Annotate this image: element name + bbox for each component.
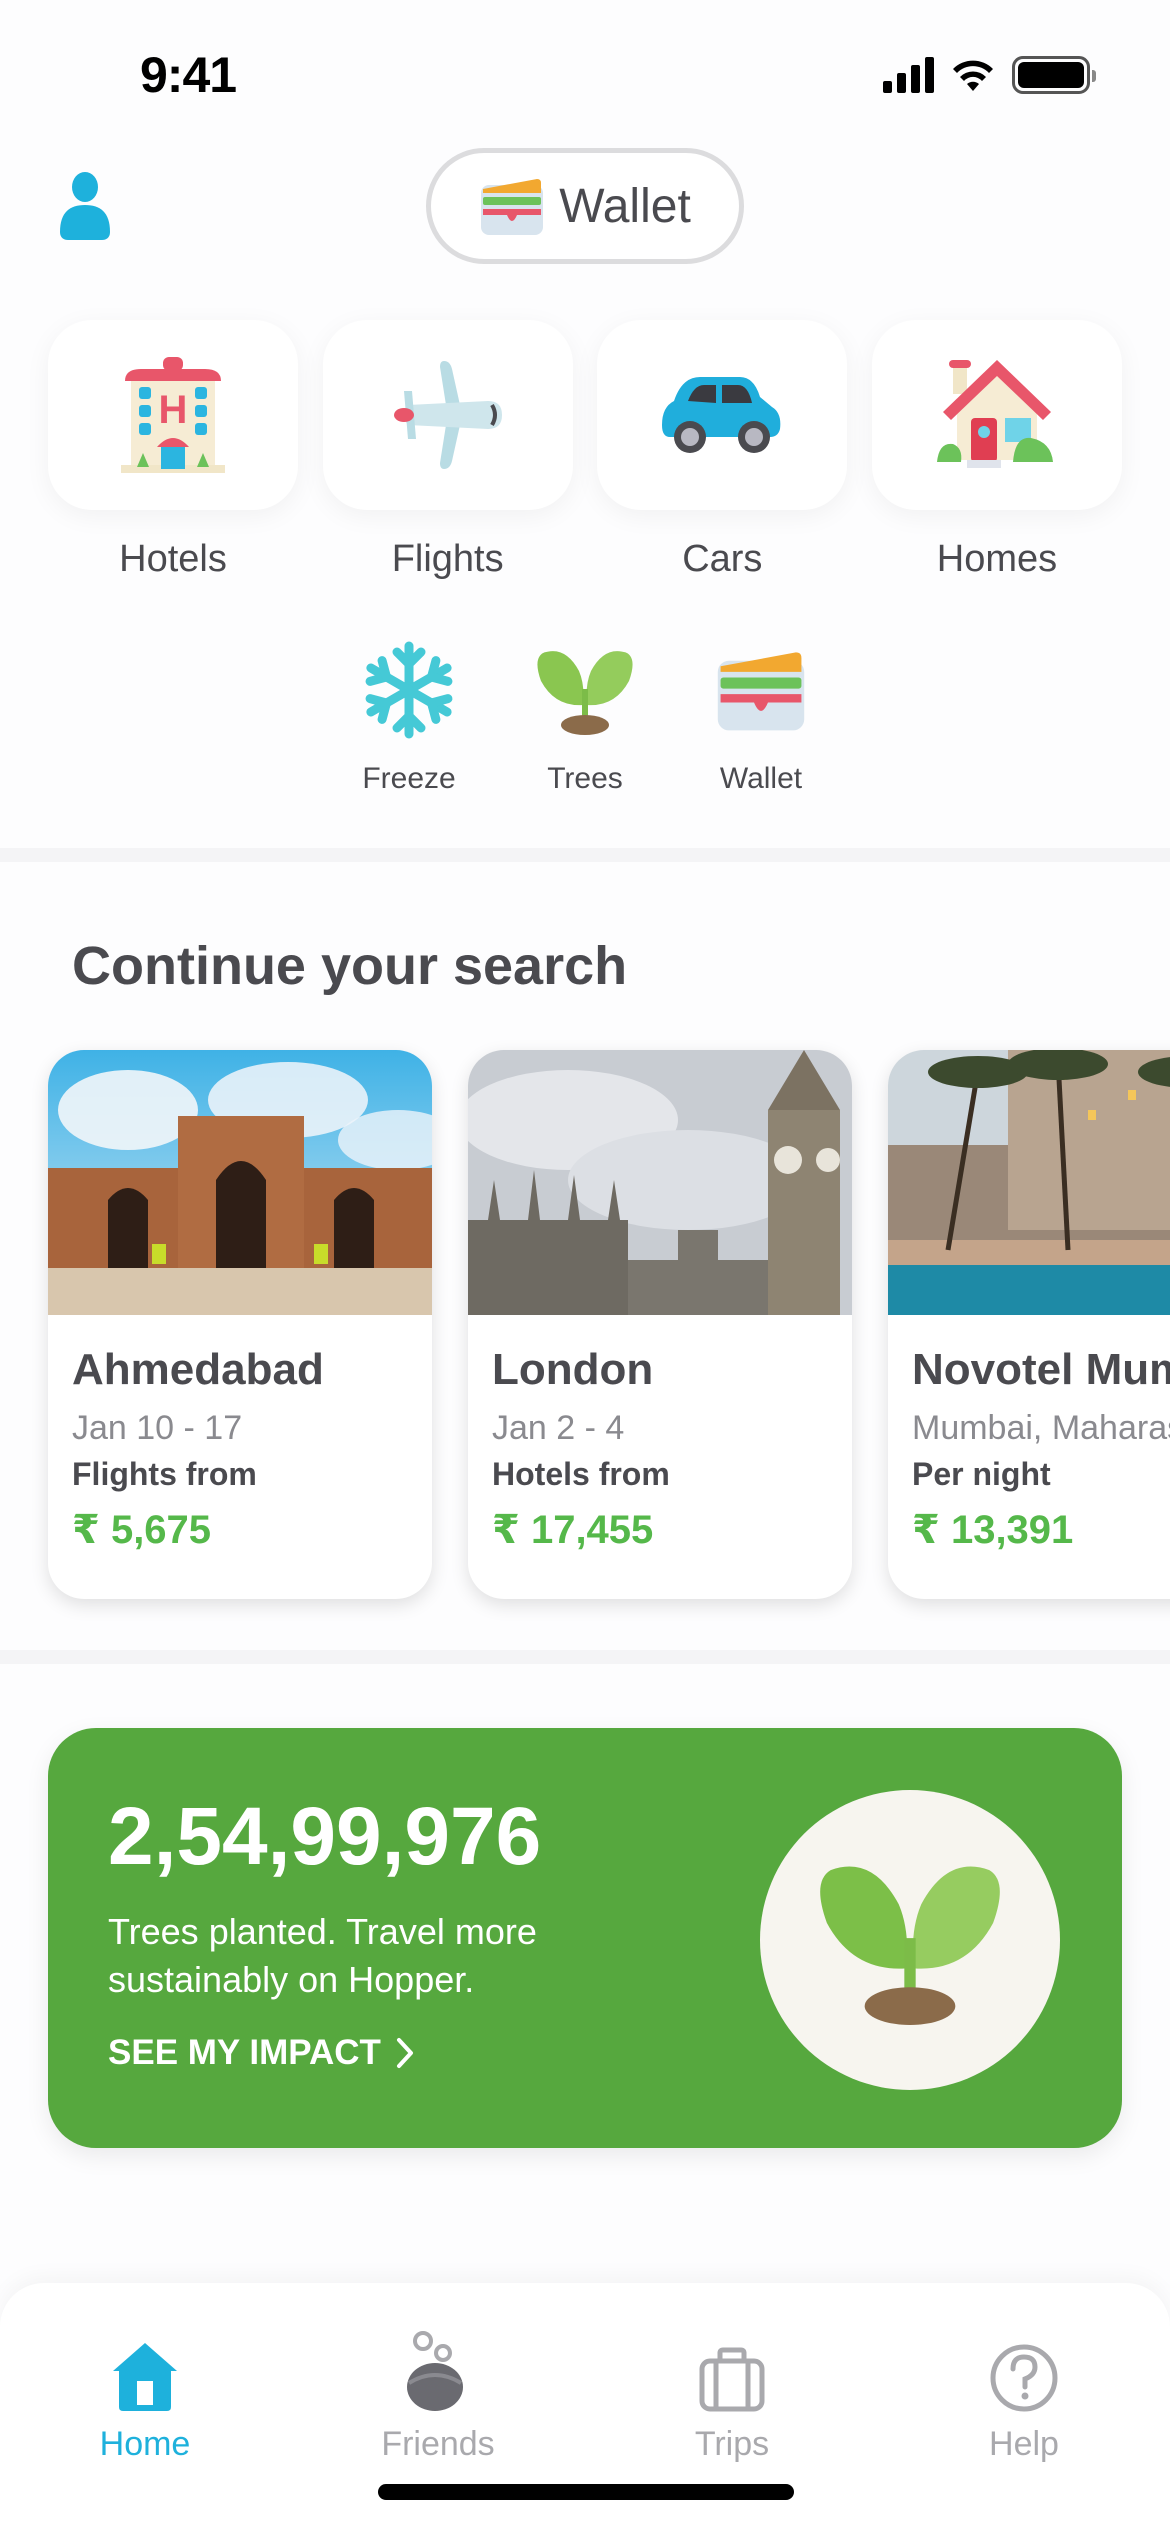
impact-description: Trees planted. Travel more sustainably o… <box>108 1911 537 2000</box>
category-cars-box[interactable] <box>597 320 848 510</box>
category-hotels[interactable]: H Hotels <box>48 320 298 581</box>
category-flights[interactable]: Flights <box>322 320 573 581</box>
card-kind: Per night <box>912 1456 1051 1492</box>
car-icon <box>662 377 781 453</box>
trees-planted-count: 2,54,99,976 <box>108 1791 542 1882</box>
quick-link-label: Trees <box>547 762 623 795</box>
home-indicator[interactable] <box>378 2484 794 2500</box>
card-dates: Jan 10 - 17 <box>72 1409 243 1447</box>
quick-link-label: Freeze <box>362 762 456 795</box>
help-icon <box>990 2344 1058 2412</box>
hotel-icon: H <box>121 357 225 473</box>
london-big-ben-photo <box>468 1050 852 1315</box>
ahmedabad-mosque-photo <box>48 1050 432 1315</box>
category-label: Flights <box>391 538 504 580</box>
chevron-right-icon <box>396 2038 413 2068</box>
quick-link-trees[interactable]: Trees <box>527 640 643 796</box>
quick-link-label: Wallet <box>719 762 803 795</box>
svg-text:H: H <box>159 388 188 432</box>
card-title: London <box>492 1345 654 1394</box>
category-flights-box[interactable] <box>322 320 573 510</box>
nav-label: Home <box>99 2425 191 2463</box>
category-label: Hotels <box>119 538 227 580</box>
category-tiles: H Hotels Flights Cars Homes <box>48 320 1122 581</box>
nav-label: Trips <box>694 2425 770 2463</box>
wallet-icon <box>481 179 544 235</box>
sprout-badge <box>760 1790 1060 2090</box>
section-divider <box>0 1650 1170 1664</box>
sprout-icon <box>537 651 633 735</box>
wallet-button[interactable]: Wallet <box>426 148 744 264</box>
airplane-icon <box>393 361 502 469</box>
card-title: Ahmedabad <box>72 1345 324 1394</box>
cellular-signal-icon <box>883 57 934 93</box>
wifi-icon <box>953 60 993 91</box>
category-cars[interactable]: Cars <box>597 320 848 581</box>
card-title: Novotel Mumbai <box>912 1345 1170 1394</box>
nav-help[interactable]: Help <box>924 2331 1124 2464</box>
status-icons <box>883 56 1096 94</box>
category-hotels-box[interactable]: H <box>48 320 298 510</box>
category-label: Homes <box>936 538 1058 580</box>
wallet-label: Wallet <box>559 179 691 233</box>
status-time: 9:41 <box>140 47 237 103</box>
section-divider <box>0 848 1170 862</box>
battery-icon <box>1012 56 1096 94</box>
quick-links: Freeze Trees Wallet <box>0 640 1170 796</box>
wallet-icon <box>717 652 805 731</box>
card-price: ₹ 13,391 <box>912 1508 1074 1552</box>
quick-link-wallet[interactable]: Wallet <box>703 640 819 796</box>
snowflake-icon <box>364 641 454 740</box>
search-card[interactable]: London Jan 2 - 4 Hotels from ₹ 17,455 <box>468 1050 852 1599</box>
nav-label: Friends <box>381 2425 495 2463</box>
card-kind: Hotels from <box>492 1456 670 1492</box>
card-price: ₹ 5,675 <box>72 1508 212 1552</box>
nav-friends[interactable]: Friends <box>338 2331 538 2464</box>
nav-trips[interactable]: Trips <box>632 2331 832 2464</box>
card-location: Mumbai, Maharashtra <box>912 1409 1170 1447</box>
category-label: Cars <box>682 538 763 580</box>
search-card[interactable]: Ahmedabad Jan 10 - 17 Flights from ₹ 5,6… <box>48 1050 432 1599</box>
card-dates: Jan 2 - 4 <box>492 1409 625 1447</box>
see-my-impact-label: SEE MY IMPACT <box>108 2033 381 2072</box>
hotel-pool-photo <box>888 1050 1170 1315</box>
section-title: Continue your search <box>72 936 628 996</box>
home-icon <box>113 2343 177 2411</box>
friends-icon <box>407 2331 463 2411</box>
nav-label: Help <box>989 2425 1059 2463</box>
see-my-impact-link[interactable]: SEE MY IMPACT <box>108 2033 415 2073</box>
nav-home[interactable]: Home <box>45 2331 245 2464</box>
suitcase-icon <box>699 2347 765 2412</box>
impact-banner[interactable]: 2,54,99,976 Trees planted. Travel more s… <box>48 1728 1122 2148</box>
quick-link-freeze[interactable]: Freeze <box>351 640 467 796</box>
profile-icon[interactable] <box>58 172 112 240</box>
card-kind: Flights from <box>72 1456 257 1492</box>
house-icon <box>936 360 1053 468</box>
category-homes-box[interactable] <box>871 320 1122 510</box>
card-price: ₹ 17,455 <box>492 1508 654 1552</box>
category-homes[interactable]: Homes <box>871 320 1122 581</box>
search-card[interactable]: Novotel Mumbai Mumbai, Maharashtra Per n… <box>888 1050 1170 1599</box>
sprout-icon <box>820 1866 1000 2025</box>
